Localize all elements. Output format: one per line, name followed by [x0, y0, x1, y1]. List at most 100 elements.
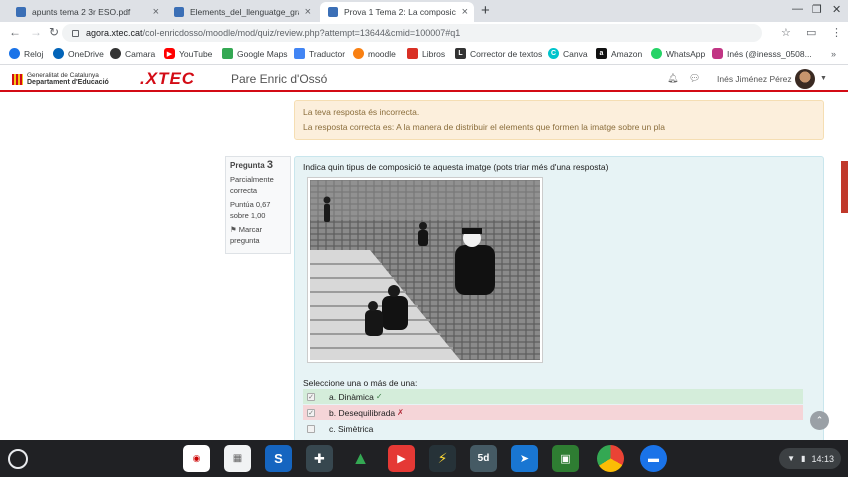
minimize-icon[interactable]: — — [792, 3, 803, 15]
bookmark-reloj[interactable]: Reloj — [9, 48, 43, 59]
cast-icon[interactable]: ▭ — [806, 26, 816, 39]
app-screencast-icon[interactable]: ▶ — [388, 445, 415, 472]
app-drive-icon[interactable]: ▲ — [347, 445, 374, 472]
app-butterfly-icon[interactable]: ⚡ — [429, 445, 456, 472]
chevron-up-icon: ⌃ — [815, 415, 824, 425]
close-icon[interactable]: × — [462, 6, 468, 18]
option-checkbox[interactable]: ✓ — [307, 392, 315, 401]
option-checkbox[interactable] — [307, 424, 315, 433]
maps-icon — [222, 48, 233, 59]
bookmark-whatsapp[interactable]: WhatsApp — [651, 48, 705, 59]
bookmark-moodle[interactable]: moodle — [353, 48, 396, 59]
star-icon[interactable]: ☆ — [781, 26, 791, 39]
back-icon[interactable]: ← — [9, 25, 21, 39]
bookmark-libros[interactable]: Libros — [407, 48, 445, 59]
tab-prova[interactable]: Prova 1 Tema 2: La composició d × — [320, 2, 474, 22]
url-host: agora.xtec.cat — [86, 28, 143, 38]
answer-option-a[interactable]: ✓ a. Dinàmica ✓ — [303, 389, 803, 404]
check-mark-icon: ✓ — [375, 392, 383, 401]
question-formulation: Indica quin tipus de composició te aques… — [294, 156, 824, 440]
lt-icon: L — [455, 48, 466, 59]
tab-apunts[interactable]: apunts tema 2 3r ESO.pdf × — [8, 2, 165, 22]
pdf-favicon-icon — [174, 7, 184, 17]
close-icon[interactable]: × — [305, 6, 311, 18]
bookmark-onedrive[interactable]: OneDrive — [53, 48, 104, 59]
gencat-line2: Departament d'Educació — [27, 79, 109, 86]
app-send-icon[interactable]: ➤ — [511, 445, 538, 472]
bookmark-label: Corrector de textos — [470, 48, 543, 59]
more-bookmarks-button[interactable]: » — [831, 49, 836, 59]
bell-icon[interactable]: 🔔︎ — [667, 73, 678, 84]
bookmark-instagram[interactable]: Inés (@inesss_0508... — [712, 48, 812, 59]
user-name[interactable]: Inés Jiménez Pérez — [717, 74, 792, 84]
moodle-icon — [353, 48, 364, 59]
gencat-line1: Generalitat de Catalunya — [27, 72, 99, 79]
bookmark-corrector[interactable]: L Corrector de textos — [455, 48, 542, 59]
answer-option-c[interactable]: c. Simètrica — [303, 421, 803, 436]
close-icon[interactable]: × — [153, 6, 159, 18]
whatsapp-icon — [651, 48, 662, 59]
photo-illustration — [310, 180, 540, 360]
app-s-icon[interactable]: S — [265, 445, 292, 472]
chevron-down-icon[interactable]: ▼ — [820, 75, 827, 82]
option-checkbox[interactable]: ✓ — [307, 408, 315, 417]
flag-question-link[interactable]: ⚑ Marcar pregunta — [230, 224, 286, 246]
bookmark-amazon[interactable]: a Amazon — [596, 48, 642, 59]
launcher-icon[interactable] — [8, 449, 28, 469]
bookmark-camara[interactable]: Camara — [110, 48, 155, 59]
side-drawer-tab[interactable] — [841, 161, 848, 213]
feedback-box: La teva resposta és incorrecta. La respo… — [294, 100, 824, 140]
scroll-to-top-button[interactable]: ⌃ — [810, 411, 829, 430]
pdf-favicon-icon — [16, 7, 26, 17]
app-chrome-icon[interactable] — [597, 445, 624, 472]
chat-icon[interactable]: 💬︎ — [689, 73, 700, 84]
question-number: Pregunta 3 — [230, 160, 286, 171]
bookmark-youtube[interactable]: ▶ YouTube — [164, 48, 212, 59]
option-label: b. Desequilibrada — [329, 407, 396, 418]
answer-option-b[interactable]: ✓ b. Desequilibrada ✗ — [303, 405, 803, 420]
bookmark-label: Canva — [563, 48, 588, 59]
menu-icon[interactable]: ⋮ — [831, 26, 842, 39]
xtec-logo[interactable]: .XTEC — [140, 69, 195, 89]
bookmark-label: Camara — [125, 48, 156, 59]
address-bar[interactable]: agora.xtec.cat /col-enricdosso/moodle/mo… — [62, 24, 762, 42]
tab-elements[interactable]: Elements_del_llenguatge_grafic_p × — [166, 2, 317, 22]
gencat-logo[interactable]: Generalitat de Catalunya Departament d'E… — [12, 72, 109, 86]
question-status: Parcialmente correcta — [230, 175, 274, 195]
bookmark-label: YouTube — [179, 48, 213, 59]
bookmark-label: Inés (@inesss_0508... — [727, 48, 812, 59]
question-label: Pregunta — [230, 161, 265, 170]
site-name[interactable]: Pare Enric d'Ossó — [231, 72, 327, 86]
reload-icon[interactable]: ↻ — [49, 25, 59, 39]
feedback-result: La teva resposta és incorrecta. — [303, 107, 420, 117]
site-header: Generalitat de Catalunya Departament d'E… — [0, 66, 848, 92]
status-tray[interactable]: ▼ ▮ 14:13 — [779, 448, 841, 469]
avatar[interactable] — [795, 69, 815, 89]
app-plus-icon[interactable]: ✚ — [306, 445, 333, 472]
amazon-icon: a — [596, 48, 607, 59]
tab-title: Prova 1 Tema 2: La composició d — [344, 7, 456, 17]
app-classroom-icon[interactable]: ▣ — [552, 445, 579, 472]
app-5d-icon[interactable]: 5d — [470, 445, 497, 472]
navigation-bar: ← → ↻ agora.xtec.cat /col-enricdosso/moo… — [0, 22, 848, 44]
app-grid-icon[interactable]: ▦ — [224, 445, 251, 472]
clock: 14:13 — [811, 453, 834, 464]
question-number-value: 3 — [266, 159, 274, 171]
senyera-icon — [12, 73, 23, 85]
bookmark-canva[interactable]: C Canva — [548, 48, 588, 59]
new-tab-button[interactable]: + — [481, 2, 490, 19]
browser-tab-strip: apunts tema 2 3r ESO.pdf × Elements_del_… — [0, 0, 848, 22]
bookmark-traductor[interactable]: Traductor — [294, 48, 345, 59]
option-label: a. Dinàmica — [329, 391, 374, 402]
flag-icon: ⚑ — [230, 225, 237, 234]
tab-title: Elements_del_llenguatge_grafic_p — [190, 7, 299, 17]
restore-icon[interactable]: ❐ — [812, 3, 822, 16]
url-path: /col-enricdosso/moodle/mod/quiz/review.p… — [142, 28, 461, 38]
bookmark-label: Amazon — [611, 48, 643, 59]
bookmark-label: OneDrive — [68, 48, 104, 59]
forward-icon[interactable]: → — [30, 25, 42, 39]
app-files-icon[interactable]: ▬ — [640, 445, 667, 472]
close-window-icon[interactable]: ✕ — [832, 3, 841, 16]
bookmark-google-maps[interactable]: Google Maps — [222, 48, 288, 59]
app-camera-icon[interactable]: ◉ — [183, 445, 210, 472]
